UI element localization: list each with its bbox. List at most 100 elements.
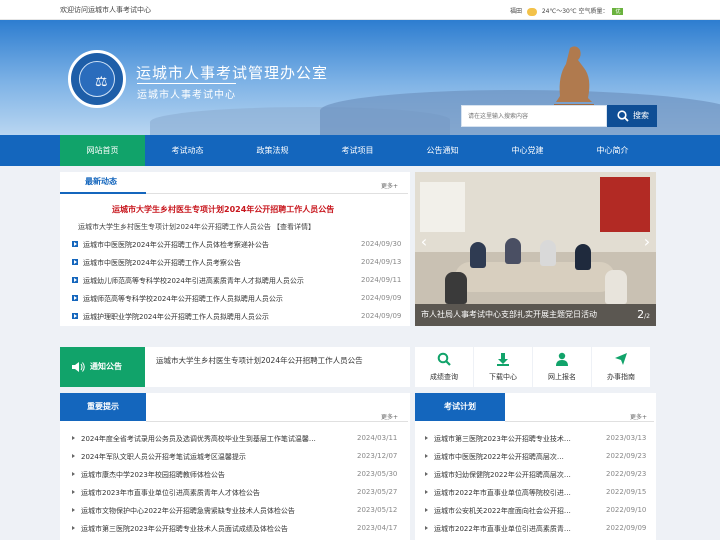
reminder-item-date: 2023/05/30 xyxy=(357,470,398,478)
plan-item-date: 2022/09/23 xyxy=(606,470,647,478)
arrow-icon xyxy=(425,526,428,530)
service-guide-button[interactable]: 办事指南 xyxy=(592,347,650,387)
news-item[interactable]: 运城护理职业学院2024年公开招聘工作人员拟聘用人员公示 xyxy=(72,312,269,324)
search-button-label: 搜索 xyxy=(633,111,649,120)
reminder-item-title: 运城市第三医院2023年公开招聘专业技术人员面试成绩及体检公告 xyxy=(81,525,288,533)
reminder-item-title: 2024年度全省考试录用公务员及选调优秀高校毕业生到基层工作笔试温馨… xyxy=(81,435,316,443)
score-query-button[interactable]: 成绩查询 xyxy=(415,347,473,387)
notice-text[interactable]: 运城市大学生乡村医生专项计划2024年公开招聘工作人员公告 xyxy=(156,355,381,367)
site-title: 运城市人事考试管理办公室 xyxy=(136,64,329,82)
news-item[interactable]: 运城师范高等专科学校2024年公开招聘工作人员拟聘用人员公示 xyxy=(72,294,283,306)
arrow-icon xyxy=(425,490,428,494)
download-center-button[interactable]: 下载中心 xyxy=(474,347,532,387)
reminder-item[interactable]: 运城市第三医院2023年公开招聘专业技术人员面试成绩及体检公告 xyxy=(72,524,288,536)
sunny-icon xyxy=(526,7,537,16)
slide-photo xyxy=(505,238,521,264)
top-bar: 欢迎访问运城市人事考试中心 福田 24℃～30℃ 空气质量： 优 xyxy=(0,0,720,20)
photo-slideshow[interactable]: ‹ › 市人社局人事考试中心支部扎实开展主题党日活动 2/2 xyxy=(415,172,656,326)
slide-photo xyxy=(445,272,467,304)
arrow-icon xyxy=(72,454,75,458)
reminder-item[interactable]: 运城市康杰中学2023年校园招聘教师体检公告 xyxy=(72,470,225,482)
exam-office-logo[interactable]: ⚖ xyxy=(68,50,126,108)
arrow-icon xyxy=(425,508,428,512)
plan-item-date: 2022/09/09 xyxy=(606,524,647,532)
download-center-label: 下载中心 xyxy=(489,373,517,381)
nav-party[interactable]: 中心党建 xyxy=(485,135,570,166)
arrow-icon xyxy=(425,472,428,476)
news-item[interactable]: 运城市中医医院2024年公开招聘工作人员体检考察递补公告 xyxy=(72,240,269,252)
online-register-button[interactable]: 网上报名 xyxy=(533,347,591,387)
divider xyxy=(146,193,408,194)
plan-item[interactable]: 运城市2022年市直事业单位引进高素质青… xyxy=(425,524,571,536)
nav-about[interactable]: 中心简介 xyxy=(570,135,655,166)
reminder-item-title: 运城市文物保护中心2022年公开招聘急需紧缺专业技术人员体检公告 xyxy=(81,507,295,515)
plan-item-date: 2022/09/10 xyxy=(606,506,647,514)
title-underline xyxy=(60,192,146,194)
plan-item[interactable]: 运城市第三医院2023年公开招聘专业技术… xyxy=(425,434,571,446)
plan-item-title: 运城市妇幼保健院2022年公开招聘高层次… xyxy=(434,471,571,479)
bullet-icon xyxy=(72,277,78,283)
search-box: 搜索 xyxy=(461,105,657,127)
nav-policies[interactable]: 政策法规 xyxy=(230,135,315,166)
reminder-item[interactable]: 2024年度全省考试录用公务员及选调优秀高校毕业生到基层工作笔试温馨… xyxy=(72,434,316,446)
nav-exam-news[interactable]: 考试动态 xyxy=(145,135,230,166)
bullet-icon xyxy=(72,259,78,265)
news-item-title: 运城护理职业学院2024年公开招聘工作人员拟聘用人员公示 xyxy=(83,313,269,321)
news-summary[interactable]: 运城市大学生乡村医生专项计划2024年公开招聘工作人员公告 【查看详情】 xyxy=(78,222,315,232)
nav-home[interactable]: 网站首页 xyxy=(60,135,145,166)
search-button[interactable]: 搜索 xyxy=(607,105,657,127)
news-item-date: 2024/09/13 xyxy=(361,258,402,266)
reminder-item-title: 2024年军队文职人员公开招考笔试运城考区温馨提示 xyxy=(81,453,246,461)
slide-next-icon[interactable]: › xyxy=(640,232,654,260)
news-more-link[interactable]: 更多+ xyxy=(381,181,398,190)
bullet-icon xyxy=(72,295,78,301)
reminder-item[interactable]: 2024年军队文职人员公开招考笔试运城考区温馨提示 xyxy=(72,452,246,464)
latest-news-title: 最新动态 xyxy=(85,177,117,186)
exam-plan-more-link[interactable]: 更多+ xyxy=(630,412,647,421)
nav-announcements[interactable]: 公告通知 xyxy=(400,135,485,166)
reminder-item[interactable]: 运城市2023年市直事业单位引进高素质青年人才体检公告 xyxy=(72,488,260,500)
news-item-date: 2024/09/30 xyxy=(361,240,402,248)
divider xyxy=(146,421,408,422)
news-item[interactable]: 运城幼儿师范高等专科学校2024年引进高素质青年人才拟聘用人员公示 xyxy=(72,276,304,288)
news-item-title: 运城市中医医院2024年公开招聘工作人员考察公告 xyxy=(83,259,241,267)
arrow-icon xyxy=(72,490,75,494)
weather-city: 福田 xyxy=(510,8,523,15)
slide-counter: 2/2 xyxy=(637,304,650,326)
air-quality-badge: 优 xyxy=(612,8,624,15)
plan-item[interactable]: 运城市2022年市直事业单位高等院校引进… xyxy=(425,488,571,500)
news-item-date: 2024/09/09 xyxy=(361,312,402,320)
paper-plane-icon xyxy=(615,353,627,365)
plan-item-title: 运城市第三医院2023年公开招聘专业技术… xyxy=(434,435,571,443)
slide-photo xyxy=(540,240,556,266)
bullet-icon xyxy=(72,241,78,247)
news-item-date: 2024/09/11 xyxy=(361,276,402,284)
search-input[interactable] xyxy=(461,105,607,127)
score-query-label: 成绩查询 xyxy=(430,373,458,381)
slide-photo xyxy=(600,177,650,232)
search-icon xyxy=(617,110,629,122)
arrow-icon xyxy=(425,454,428,458)
news-headline[interactable]: 运城市大学生乡村医生专项计划2024年公开招聘工作人员公告 xyxy=(112,204,334,215)
main-nav: 网站首页 考试动态 政策法规 考试项目 公告通知 中心党建 中心简介 xyxy=(0,135,720,166)
slide-prev-icon[interactable]: ‹ xyxy=(417,232,431,260)
news-item[interactable]: 运城市中医医院2024年公开招聘工作人员考察公告 xyxy=(72,258,241,270)
site-subtitle: 运城市人事考试中心 xyxy=(137,83,236,101)
online-register-label: 网上报名 xyxy=(548,373,576,381)
nav-exam-items[interactable]: 考试项目 xyxy=(315,135,400,166)
slide-photo xyxy=(420,182,465,232)
reminder-item-date: 2023/05/27 xyxy=(357,488,398,496)
plan-item-title: 运城市2022年市直事业单位引进高素质青… xyxy=(434,525,571,533)
plan-item[interactable]: 运城市中医医院2022年公开招聘高层次… xyxy=(425,452,564,464)
plan-item[interactable]: 运城市妇幼保健院2022年公开招聘高层次… xyxy=(425,470,571,482)
plan-item[interactable]: 运城市公安机关2022年度面向社会公开招… xyxy=(425,506,571,518)
news-item-title: 运城市中医医院2024年公开招聘工作人员体检考察递补公告 xyxy=(83,241,269,249)
arrow-icon xyxy=(425,436,428,440)
welcome-text: 欢迎访问运城市人事考试中心 xyxy=(60,6,151,14)
plan-item-title: 运城市2022年市直事业单位高等院校引进… xyxy=(434,489,571,497)
arrow-icon xyxy=(72,526,75,530)
reminders-more-link[interactable]: 更多+ xyxy=(381,412,398,421)
service-guide-label: 办事指南 xyxy=(607,373,635,381)
reminder-item[interactable]: 运城市文物保护中心2022年公开招聘急需紧缺专业技术人员体检公告 xyxy=(72,506,295,518)
slide-caption: 市人社局人事考试中心支部扎实开展主题党日活动 2/2 xyxy=(415,304,656,326)
